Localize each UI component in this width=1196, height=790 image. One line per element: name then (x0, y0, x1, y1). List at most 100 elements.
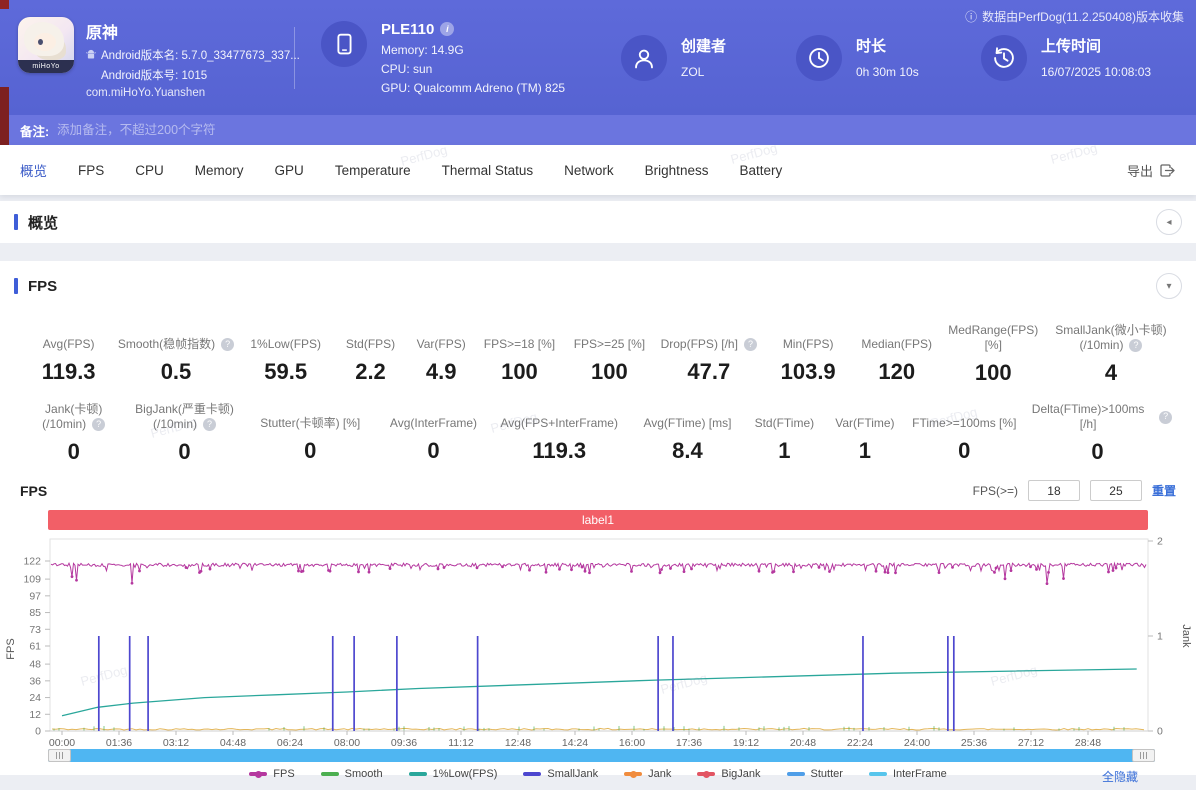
svg-text:0: 0 (1157, 726, 1163, 738)
tab-Network[interactable]: Network (564, 163, 614, 178)
app-icon: miHoYo (18, 16, 74, 73)
legend-item-InterFrame[interactable]: InterFrame (868, 768, 947, 780)
metric-Var(FPS): Var(FPS) 4.9 (406, 323, 476, 386)
metric-label: Smooth(稳帧指数)? (117, 323, 235, 352)
export-button[interactable]: 导出 (1127, 161, 1176, 180)
svg-text:22:24: 22:24 (847, 737, 873, 749)
svg-text:14:24: 14:24 (562, 737, 588, 749)
legend-label: Smooth (344, 768, 383, 780)
legend-label: InterFrame (892, 768, 947, 780)
legend-item-Jank[interactable]: Jank (624, 768, 671, 780)
help-icon[interactable]: ? (92, 418, 106, 431)
tab-FPS[interactable]: FPS (78, 163, 104, 178)
svg-text:08:00: 08:00 (334, 737, 360, 749)
svg-text:FPS: FPS (5, 638, 17, 659)
device-info-icon[interactable]: i (440, 22, 455, 36)
metric-value: 1 (778, 438, 791, 463)
legend-item-BigJank[interactable]: BigJank (697, 768, 761, 780)
metric-Min(FPS): Min(FPS) 103.9 (762, 323, 855, 386)
svg-text:01:36: 01:36 (106, 737, 132, 749)
svg-text:48: 48 (29, 659, 41, 671)
svg-text:122: 122 (23, 556, 41, 568)
chart-banner-text: label1 (581, 513, 615, 527)
metric-FPS>=18-[%]: FPS>=18 [%] 100 (476, 323, 563, 386)
app-name: 原神 (86, 24, 119, 42)
metric-FPS>=25-[%]: FPS>=25 [%] 100 (563, 323, 656, 386)
hide-all-link[interactable]: 全隐藏 (1102, 768, 1138, 785)
svg-text:24:00: 24:00 (904, 737, 930, 749)
collapse-down-button[interactable]: ▾ (1156, 273, 1182, 299)
metric-value: 0 (427, 438, 440, 463)
fps-chart[interactable]: 01224364861738597109122FPS012Jank00:00 01… (0, 531, 1196, 750)
svg-text:97: 97 (29, 590, 41, 602)
metric-Drop(FPS)-[/h]: Drop(FPS) [/h]? 47.7 (656, 323, 761, 386)
tab-Thermal Status[interactable]: Thermal Status (442, 163, 534, 178)
phone-icon (321, 20, 367, 67)
help-icon[interactable]: ? (1159, 410, 1172, 424)
collapse-left-button[interactable]: ◂ (1156, 209, 1182, 235)
metric-label: Median(FPS) (861, 337, 933, 351)
corner-accent (0, 0, 9, 9)
fps-threshold-input-1[interactable] (1027, 480, 1080, 501)
tab-Temperature[interactable]: Temperature (335, 163, 411, 178)
metric-label: Var(FTime) (835, 416, 895, 430)
export-icon (1160, 163, 1175, 177)
help-icon[interactable]: ? (203, 418, 217, 431)
reset-link[interactable]: 重置 (1152, 482, 1176, 499)
scrollbar-right-handle[interactable] (1132, 749, 1155, 762)
metric-label: Min(FPS) (782, 337, 834, 351)
metric-value: 119.3 (41, 359, 96, 384)
legend-item-FPS[interactable]: FPS (249, 768, 295, 780)
app-icon-brand: miHoYo (32, 62, 60, 70)
svg-text:11:12: 11:12 (448, 737, 474, 749)
tab-GPU[interactable]: GPU (275, 163, 304, 178)
legend-marker (697, 770, 716, 778)
metric-SmallJank(微小卡顿)-(/10min): SmallJank(微小卡顿) (/10min)? 4 (1048, 323, 1174, 386)
help-icon[interactable]: ? (743, 338, 757, 351)
legend-item-SmallJank[interactable]: SmallJank (523, 768, 598, 780)
metric-label: Avg(InterFrame) (389, 416, 478, 430)
legend-item-Smooth[interactable]: Smooth (320, 768, 383, 780)
android-version-code: Android版本号: 1015 (101, 69, 208, 82)
svg-text:Jank: Jank (1180, 624, 1192, 648)
fps-section: FPS ▾ Avg(FPS) 119.3 Smooth(稳帧指数)? 0.5 1%Low… (0, 261, 1196, 784)
fps-chart-header: FPS FPS(>=) 重置 (0, 480, 1196, 501)
scrollbar-left-handle[interactable] (48, 749, 71, 762)
metric-BigJank(严重卡顿)-(/10min): BigJank(严重卡顿) (/10min)? 0 (125, 402, 243, 465)
metric-label: SmallJank(微小卡顿) (/10min)? (1055, 323, 1167, 352)
svg-text:00:00: 00:00 (49, 737, 75, 749)
metric-label: 1%Low(FPS) (250, 337, 322, 351)
help-icon[interactable]: ? (221, 338, 235, 351)
app-icon-brand-ribbon: miHoYo (18, 59, 74, 73)
export-label: 导出 (1126, 163, 1153, 179)
tab-Brightness[interactable]: Brightness (645, 163, 709, 178)
legend-item-Stutter[interactable]: Stutter (786, 768, 843, 780)
note-input[interactable] (57, 123, 458, 137)
tab-CPU[interactable]: CPU (135, 163, 164, 178)
metric-Std(FTime): Std(FTime) 1 (747, 402, 823, 465)
metric-value: 100 (501, 359, 538, 384)
legend-marker (624, 770, 643, 778)
svg-text:0: 0 (35, 726, 41, 738)
metric-Jank(卡顿)-(/10min): Jank(卡顿) (/10min)? 0 (22, 402, 125, 465)
help-icon[interactable]: ? (1129, 339, 1143, 352)
svg-text:12:48: 12:48 (505, 737, 531, 749)
tab-bar: 概览 FPS CPU Memory GPU Temperature Thermal Stat… (0, 145, 1196, 195)
metric-Avg(FTime)-[ms]: Avg(FTime) [ms] 8.4 (628, 402, 746, 465)
svg-text:109: 109 (23, 574, 41, 586)
metric-label: Avg(FPS) (42, 337, 95, 351)
chart-range-scrollbar[interactable] (48, 749, 1155, 762)
tab-概览[interactable]: 概览 (20, 160, 47, 180)
edge-accent (0, 87, 9, 115)
legend-items: FPS Smooth 1%Low(FPS) SmallJank Jank BigJank S… (249, 768, 947, 780)
tab-Memory[interactable]: Memory (195, 163, 244, 178)
chart-label1-banner[interactable]: label1 (48, 510, 1148, 530)
fps-threshold-input-2[interactable] (1089, 480, 1142, 501)
legend-item-1%Low(FPS)[interactable]: 1%Low(FPS) (408, 768, 497, 780)
metric-label: FTime>=100ms [%] (912, 416, 1017, 430)
legend-marker (868, 772, 887, 776)
metric-label: Std(FPS) (345, 337, 396, 351)
duration-value: 0h 30m 10s (856, 64, 919, 79)
metric-value: 120 (878, 359, 916, 384)
tab-Battery[interactable]: Battery (739, 163, 782, 178)
